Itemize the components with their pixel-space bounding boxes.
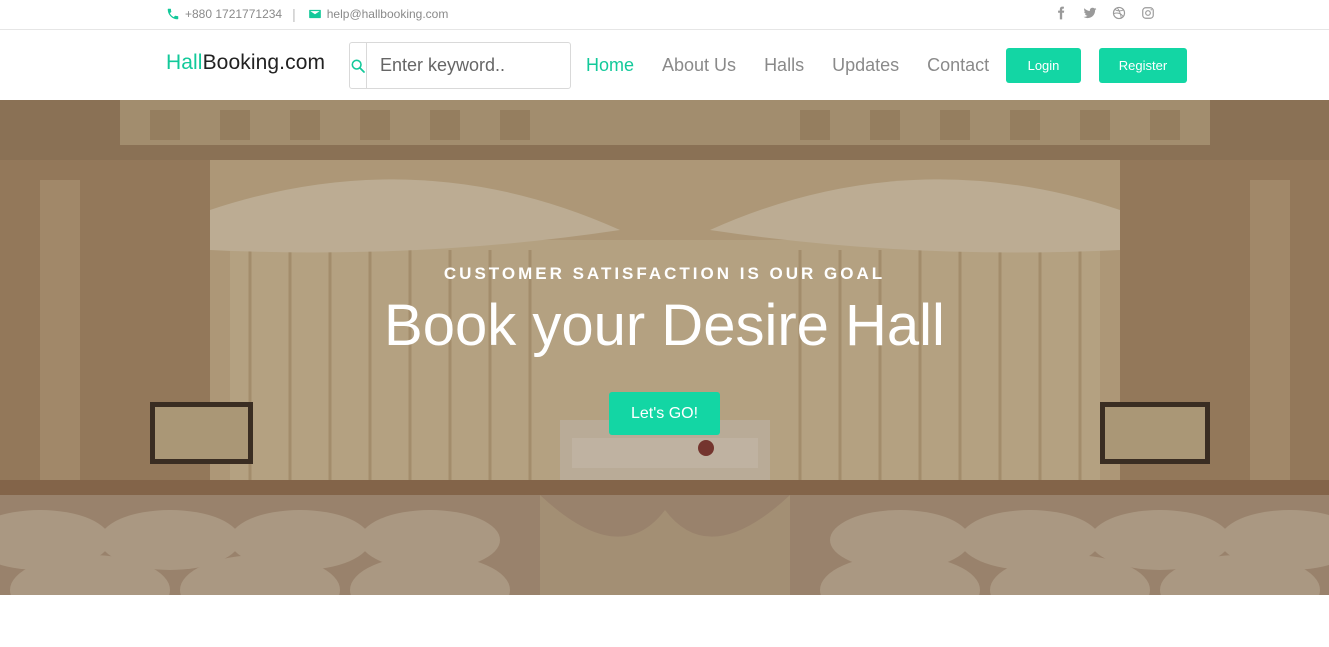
hero-tagline: CUSTOMER SATISFACTION IS OUR GOAL <box>443 264 886 283</box>
search-icon <box>350 58 366 74</box>
login-button[interactable]: Login <box>1006 48 1081 83</box>
register-button[interactable]: Register <box>1099 48 1187 83</box>
search-box <box>349 42 612 89</box>
logo-rest: Booking.com <box>202 51 326 74</box>
phone-icon <box>166 7 180 21</box>
hero-headline: Book your Desire Hall <box>384 293 945 358</box>
mail-icon <box>308 7 322 21</box>
lets-go-button[interactable]: Let's GO! <box>609 392 720 435</box>
nav-link-about-us[interactable]: About Us <box>662 55 736 76</box>
site-logo[interactable]: HallBooking.com <box>166 51 325 75</box>
hero-banner: CUSTOMER SATISFACTION IS OUR GOAL Book y… <box>0 100 1329 595</box>
dribbble-icon[interactable] <box>1112 6 1126 20</box>
search-button[interactable] <box>350 43 367 88</box>
nav-link-updates[interactable]: Updates <box>832 55 899 76</box>
main-menu: Home About Us Halls Updates Contact <box>586 55 1017 76</box>
search-input[interactable] <box>367 43 612 88</box>
contact-info: +880 1721771234 | help@hallbooking.com <box>166 0 448 28</box>
phone-number[interactable]: +880 1721771234 <box>185 7 282 21</box>
email-address[interactable]: help@hallbooking.com <box>327 7 449 21</box>
main-navbar: HallBooking.com Home About Us Halls Upda… <box>0 30 1329 100</box>
nav-link-home[interactable]: Home <box>586 55 634 76</box>
twitter-icon[interactable] <box>1083 6 1097 20</box>
top-bar: +880 1721771234 | help@hallbooking.com <box>0 0 1329 30</box>
logo-accent: Hall <box>166 51 203 74</box>
nav-link-halls[interactable]: Halls <box>764 55 804 76</box>
nav-link-contact[interactable]: Contact <box>927 55 989 76</box>
separator: | <box>292 6 296 22</box>
facebook-icon[interactable] <box>1054 6 1068 20</box>
social-links <box>1054 0 1155 26</box>
instagram-icon[interactable] <box>1141 6 1155 20</box>
